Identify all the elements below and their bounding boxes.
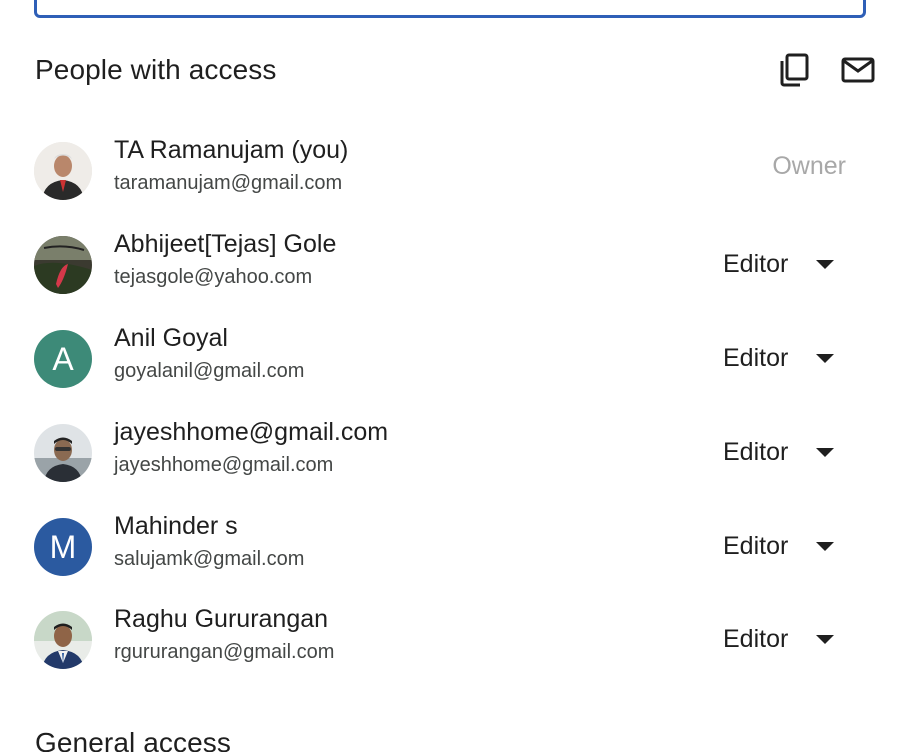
mail-icon[interactable] xyxy=(840,52,876,88)
person-row: Abhijeet[Tejas] Gole tejasgole@yahoo.com… xyxy=(0,224,910,304)
person-email: jayeshhome@gmail.com xyxy=(114,454,334,476)
avatar xyxy=(34,236,92,294)
avatar: A xyxy=(34,330,92,388)
avatar xyxy=(34,142,92,200)
chevron-down-icon xyxy=(816,634,835,644)
general-access-title: General access xyxy=(35,727,231,752)
role-dropdown[interactable]: Editor xyxy=(723,246,835,282)
person-row: Raghu Gururangan rgururangan@gmail.com E… xyxy=(0,599,910,679)
share-dialog: People with access TA Ramanujam (you) ta… xyxy=(0,0,910,752)
owner-label: Owner xyxy=(772,152,846,180)
chevron-down-icon xyxy=(816,447,835,457)
role-label: Editor xyxy=(723,249,789,278)
person-name: jayeshhome@gmail.com xyxy=(114,418,389,446)
role-label: Editor xyxy=(723,624,789,653)
role-label: Editor xyxy=(723,531,789,560)
add-people-input[interactable] xyxy=(34,0,866,18)
role-label: Editor xyxy=(723,343,789,372)
person-name: TA Ramanujam (you) xyxy=(114,136,349,164)
person-name: Raghu Gururangan xyxy=(114,605,329,633)
role-dropdown[interactable]: Editor xyxy=(723,621,835,657)
role-dropdown[interactable]: Editor xyxy=(723,434,835,470)
person-name: Anil Goyal xyxy=(114,324,228,352)
copy-icon[interactable] xyxy=(776,52,812,88)
person-row: TA Ramanujam (you) taramanujam@gmail.com… xyxy=(0,130,910,210)
avatar-letter: M xyxy=(49,528,77,565)
person-email: salujamk@gmail.com xyxy=(114,548,305,570)
people-with-access-title: People with access xyxy=(35,54,277,85)
avatar xyxy=(34,424,92,482)
person-row: M Mahinder s salujamk@gmail.com Editor xyxy=(0,506,910,586)
avatar xyxy=(34,611,92,669)
person-email: goyalanil@gmail.com xyxy=(114,360,305,382)
person-row: A Anil Goyal goyalanil@gmail.com Editor xyxy=(0,318,910,398)
chevron-down-icon xyxy=(816,259,835,269)
person-email: taramanujam@gmail.com xyxy=(114,172,343,194)
role-dropdown[interactable]: Editor xyxy=(723,340,835,376)
chevron-down-icon xyxy=(816,353,835,363)
person-email: tejasgole@yahoo.com xyxy=(114,266,313,288)
avatar: M xyxy=(34,518,92,576)
person-row: jayeshhome@gmail.com jayeshhome@gmail.co… xyxy=(0,412,910,492)
role-label: Editor xyxy=(723,437,789,466)
person-name: Abhijeet[Tejas] Gole xyxy=(114,230,337,258)
avatar-letter: A xyxy=(52,340,74,377)
person-email: rgururangan@gmail.com xyxy=(114,641,335,663)
role-dropdown[interactable]: Editor xyxy=(723,528,835,564)
person-name: Mahinder s xyxy=(114,512,238,540)
chevron-down-icon xyxy=(816,541,835,551)
